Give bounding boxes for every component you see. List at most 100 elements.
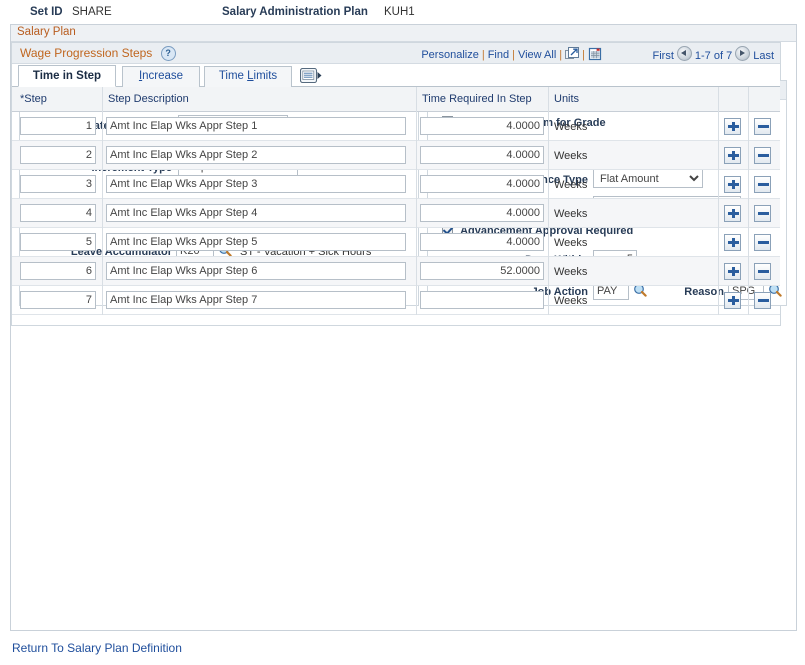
col-divider	[102, 286, 103, 315]
salary-admin-plan-label: Salary Administration Plan	[222, 6, 368, 18]
find-link[interactable]: Find	[488, 49, 509, 61]
last-link[interactable]: Last	[753, 50, 774, 62]
add-row-button[interactable]	[724, 147, 741, 164]
step-input[interactable]	[20, 233, 96, 251]
time-required-in-step-input[interactable]	[420, 262, 544, 280]
col-divider	[416, 199, 417, 228]
help-icon[interactable]: ?	[161, 46, 176, 61]
tab-time-limits[interactable]: Time Limits	[204, 66, 292, 87]
step-input[interactable]	[20, 117, 96, 135]
col-divider	[416, 286, 417, 315]
col-divider	[748, 286, 749, 315]
step-input[interactable]	[20, 146, 96, 164]
delete-row-button[interactable]	[754, 234, 771, 251]
step-description-input[interactable]	[106, 175, 406, 193]
grid-action-links: Personalize|Find|View All||	[421, 47, 602, 64]
col-divider	[748, 87, 749, 112]
grid-rows: WeeksWeeksWeeksWeeksWeeksWeeksWeeks	[12, 112, 780, 315]
col-divider	[416, 228, 417, 257]
delete-row-button[interactable]	[754, 118, 771, 135]
col-divider	[102, 87, 103, 112]
download-spreadsheet-icon[interactable]	[588, 47, 602, 64]
units-value: Weeks	[554, 150, 587, 162]
col-divider	[548, 112, 549, 141]
col-divider	[748, 199, 749, 228]
return-to-salary-plan-definition-link[interactable]: Return To Salary Plan Definition	[12, 641, 182, 655]
time-required-in-step-input[interactable]	[420, 117, 544, 135]
grid-tabstrip: Time in Step Increase Time Limits	[12, 64, 780, 87]
delete-row-button[interactable]	[754, 147, 771, 164]
col-divider	[416, 257, 417, 286]
col-divider	[416, 87, 417, 112]
first-link[interactable]: First	[653, 50, 674, 62]
table-row: Weeks	[12, 257, 780, 286]
add-row-button[interactable]	[724, 292, 741, 309]
column-header-time-required: Time Required In Step	[422, 93, 532, 105]
salary-plan-group-title: Salary Plan	[17, 26, 76, 38]
column-header-description: Step Description	[108, 93, 189, 105]
col-divider	[718, 228, 719, 257]
col-divider	[548, 170, 549, 199]
delete-row-button[interactable]	[754, 176, 771, 193]
table-row: Weeks	[12, 141, 780, 170]
add-row-button[interactable]	[724, 118, 741, 135]
step-input[interactable]	[20, 291, 96, 309]
wage-progression-steps-title: Wage Progression Steps	[20, 46, 152, 60]
setid-value: SHARE	[72, 6, 112, 18]
step-description-input[interactable]	[106, 146, 406, 164]
delete-row-button[interactable]	[754, 263, 771, 280]
grid-tab-icon[interactable]	[300, 68, 322, 86]
col-divider	[718, 199, 719, 228]
key-fields: Set ID SHARE Salary Administration Plan …	[0, 6, 805, 24]
col-divider	[718, 170, 719, 199]
personalize-link[interactable]: Personalize	[421, 49, 478, 61]
delete-row-button[interactable]	[754, 205, 771, 222]
step-input[interactable]	[20, 262, 96, 280]
tab-time-in-step[interactable]: Time in Step	[18, 65, 116, 87]
table-row: Weeks	[12, 112, 780, 141]
next-page-icon[interactable]	[735, 46, 750, 61]
step-description-input[interactable]	[106, 262, 406, 280]
col-divider	[102, 228, 103, 257]
salary-plan-group-header: Salary Plan	[11, 25, 796, 42]
wage-progression-steps-panel: Wage Progression Steps ? Personalize|Fin…	[11, 42, 781, 326]
col-divider	[718, 257, 719, 286]
step-description-input[interactable]	[106, 117, 406, 135]
new-window-icon[interactable]	[565, 47, 579, 64]
previous-page-icon[interactable]	[677, 46, 692, 61]
col-divider	[102, 112, 103, 141]
time-required-in-step-input[interactable]	[420, 175, 544, 193]
table-row: Weeks	[12, 228, 780, 257]
time-required-in-step-input[interactable]	[420, 291, 544, 309]
grid-pagination: First1-7 of 7Last	[653, 46, 775, 62]
tab-increase[interactable]: Increase	[122, 66, 200, 87]
wage-progression-steps-header: Wage Progression Steps ? Personalize|Fin…	[12, 43, 780, 64]
col-divider	[102, 257, 103, 286]
add-row-button[interactable]	[724, 205, 741, 222]
step-description-input[interactable]	[106, 204, 406, 222]
step-description-input[interactable]	[106, 233, 406, 251]
units-value: Weeks	[554, 237, 587, 249]
view-all-link[interactable]: View All	[518, 49, 556, 61]
table-row: Weeks	[12, 170, 780, 199]
col-divider	[416, 170, 417, 199]
add-row-button[interactable]	[724, 234, 741, 251]
add-row-button[interactable]	[724, 263, 741, 280]
column-header-units: Units	[554, 93, 579, 105]
step-input[interactable]	[20, 175, 96, 193]
tab-label: Time Limits	[219, 70, 277, 82]
units-value: Weeks	[554, 121, 587, 133]
time-required-in-step-input[interactable]	[420, 204, 544, 222]
delete-row-button[interactable]	[754, 292, 771, 309]
tab-label: Time in Step	[33, 70, 101, 82]
col-divider	[548, 141, 549, 170]
col-divider	[416, 141, 417, 170]
table-row: Weeks	[12, 199, 780, 228]
step-description-input[interactable]	[106, 291, 406, 309]
step-input[interactable]	[20, 204, 96, 222]
salary-plan-groupbox: Salary Plan Effective Date 01/01/1980 St…	[10, 24, 797, 631]
time-required-in-step-input[interactable]	[420, 233, 544, 251]
add-row-button[interactable]	[724, 176, 741, 193]
col-divider	[102, 170, 103, 199]
time-required-in-step-input[interactable]	[420, 146, 544, 164]
